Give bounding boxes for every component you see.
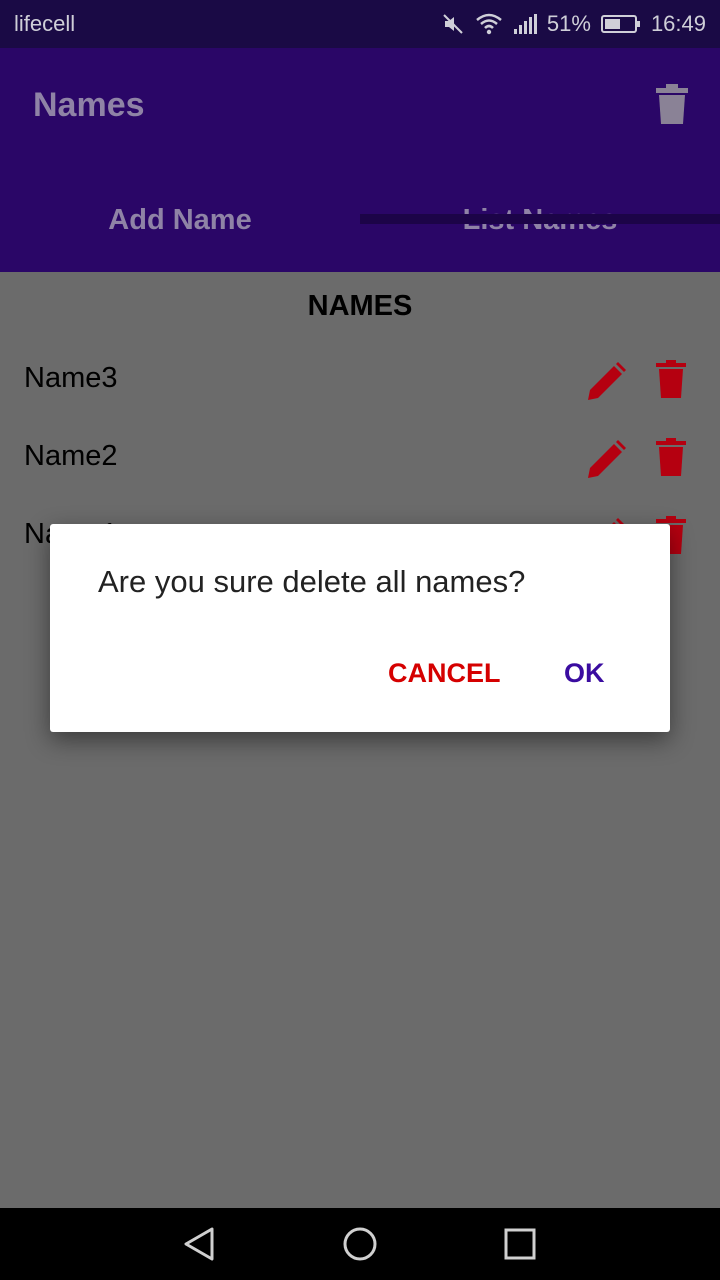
names-list-panel: NAMES Name3 Name2 Name1 xyxy=(0,272,720,1208)
trash-icon xyxy=(656,84,688,124)
wifi-icon xyxy=(475,12,503,36)
item-name: Name3 xyxy=(24,362,118,394)
ok-button[interactable]: OK xyxy=(564,658,605,689)
battery-icon xyxy=(600,14,641,34)
cancel-button[interactable]: CANCEL xyxy=(388,658,501,689)
edit-button[interactable] xyxy=(586,362,626,407)
home-icon xyxy=(343,1227,377,1261)
carrier-label: lifecell xyxy=(14,11,76,36)
back-icon xyxy=(184,1227,214,1261)
trash-icon xyxy=(656,438,686,476)
mute-icon xyxy=(441,12,465,36)
item-name: Name2 xyxy=(24,440,118,472)
pencil-icon xyxy=(588,362,626,400)
recents-button[interactable] xyxy=(502,1226,538,1267)
delete-button[interactable] xyxy=(656,360,686,403)
trash-icon xyxy=(656,360,686,398)
app-bar: Names Add Name List Names xyxy=(0,48,720,272)
page-title: Names xyxy=(33,86,145,124)
clock: 16:49 xyxy=(650,11,706,36)
battery-percent: 51% xyxy=(546,11,591,36)
list-item: Name3 xyxy=(0,352,720,430)
home-button[interactable] xyxy=(342,1226,378,1267)
tab-add-name[interactable]: Add Name xyxy=(0,168,360,272)
back-button[interactable] xyxy=(182,1226,218,1267)
edit-button[interactable] xyxy=(586,440,626,485)
recents-icon xyxy=(504,1228,536,1260)
confirm-dialog: Are you sure delete all names? CANCEL OK xyxy=(50,524,670,732)
dialog-message: Are you sure delete all names? xyxy=(98,564,526,599)
list-item: Name2 xyxy=(0,430,720,508)
section-title: NAMES xyxy=(307,290,413,322)
system-nav-bar xyxy=(0,1208,720,1280)
tab-indicator xyxy=(360,214,720,224)
status-bar: lifecell 51% 16:49 xyxy=(0,0,720,48)
pencil-icon xyxy=(588,440,626,478)
delete-all-button[interactable] xyxy=(656,84,688,129)
signal-icon xyxy=(513,13,537,35)
delete-button[interactable] xyxy=(656,438,686,481)
status-icons: 51% 16:49 xyxy=(441,11,706,37)
tab-label: Add Name xyxy=(108,203,252,236)
